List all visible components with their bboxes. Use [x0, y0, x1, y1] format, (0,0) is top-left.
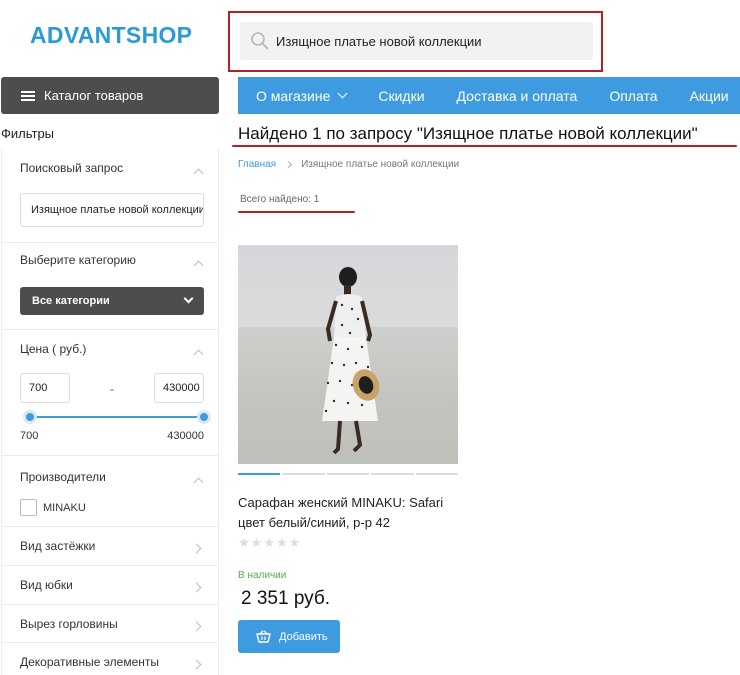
pager-dot[interactable] — [238, 473, 281, 475]
annotation-underline — [232, 145, 737, 147]
manufacturer-checkbox[interactable] — [20, 499, 37, 516]
star-icon[interactable]: ★ — [276, 535, 289, 550]
breadcrumb-current: Изящное платье новой коллекции — [301, 159, 460, 170]
filter-collapsed-section[interactable]: Вид застёжки — [2, 527, 218, 566]
chevron-right-icon — [191, 582, 202, 593]
nav-item-label: О магазине — [256, 87, 331, 104]
filter-category-section: Выберите категорию Все категории — [2, 243, 218, 330]
search-input[interactable] — [276, 22, 576, 60]
chevron-down-icon — [183, 293, 194, 304]
pager-dot[interactable] — [282, 473, 325, 475]
pager-dot[interactable] — [415, 473, 459, 475]
chevron-right-icon — [285, 160, 293, 169]
star-icon[interactable]: ★ — [263, 535, 276, 550]
catalog-button-label: Каталог товаров — [44, 88, 144, 103]
price-slider-track[interactable] — [28, 416, 204, 418]
add-to-cart-label: Добавить — [279, 630, 328, 643]
availability-status: В наличии — [238, 570, 287, 581]
search-box[interactable] — [240, 22, 593, 60]
filter-decor-title: Декоративные элементы — [20, 655, 159, 669]
price-slider-min-handle[interactable] — [23, 410, 37, 424]
product-price: 2 351 руб. — [241, 588, 331, 609]
filter-neckline-title: Вырез горловины — [20, 617, 118, 631]
star-icon[interactable]: ★ — [251, 535, 264, 550]
nav-item-payment[interactable]: Оплата — [591, 88, 657, 104]
category-select[interactable]: Все категории — [20, 287, 204, 315]
filter-query-input[interactable] — [20, 193, 204, 227]
product-image-pager[interactable] — [238, 473, 459, 475]
price-separator: - — [110, 382, 114, 396]
pager-dot[interactable] — [326, 473, 370, 475]
chevron-up-icon[interactable] — [193, 260, 204, 271]
pager-dot[interactable] — [371, 473, 414, 475]
menu-icon — [21, 90, 35, 101]
filter-skirt-title: Вид юбки — [20, 578, 73, 592]
nav-item-promotions[interactable]: Акции — [672, 88, 729, 104]
page-title: Найдено 1 по запросу "Изящное платье нов… — [238, 124, 698, 143]
nav-item-discounts[interactable]: Скидки — [360, 88, 424, 104]
catalog-button[interactable]: Каталог товаров — [1, 77, 219, 114]
nav-item-label: Доставка и оплата — [456, 87, 578, 104]
basket-icon — [256, 630, 271, 643]
price-min-input[interactable] — [20, 373, 70, 403]
nav-item-delivery[interactable]: Доставка и оплата — [439, 88, 578, 104]
chevron-down-icon — [337, 88, 348, 99]
nav-item-label: Оплата — [609, 87, 658, 104]
breadcrumb-home[interactable]: Главная — [238, 159, 276, 170]
filter-query-title[interactable]: Поисковый запрос — [20, 161, 123, 175]
filter-manufacturers-section: Производители MINAKU — [2, 456, 218, 527]
star-icon[interactable]: ★ — [238, 535, 251, 550]
manufacturer-label[interactable]: MINAKU — [43, 502, 86, 514]
main-nav: О магазине Скидки Доставка и оплата Опла… — [238, 77, 740, 114]
results-count: Всего найдено: 1 — [240, 194, 320, 205]
chevron-right-icon — [191, 659, 202, 670]
breadcrumb: Главная Изящное платье новой коллекции — [238, 159, 459, 170]
filter-collapsed-section[interactable]: Декоративные элементы — [2, 643, 218, 675]
annotation-underline — [238, 211, 355, 213]
category-select-value: Все категории — [32, 295, 110, 307]
search-highlight — [228, 11, 603, 72]
filter-collapsed-section[interactable]: Вид юбки — [2, 566, 218, 605]
logo[interactable]: ADVANTSHOP — [30, 22, 192, 49]
price-max-input[interactable] — [154, 373, 204, 403]
chevron-up-icon[interactable] — [193, 349, 204, 360]
filter-clasp-title: Вид застёжки — [20, 539, 96, 553]
price-slider-max-handle[interactable] — [197, 410, 211, 424]
filters-sidebar: Поисковый запрос Выберите категорию Все … — [1, 149, 219, 675]
filter-query-section: Поисковый запрос — [2, 149, 218, 243]
product-image[interactable] — [238, 245, 458, 464]
chevron-right-icon — [191, 621, 202, 632]
filter-collapsed-section[interactable]: Вырез горловины — [2, 605, 218, 643]
filter-manufacturers-title[interactable]: Производители — [20, 470, 106, 484]
filter-category-title[interactable]: Выберите категорию — [20, 253, 136, 267]
nav-item-about[interactable]: О магазине — [238, 87, 348, 104]
add-to-cart-button[interactable]: Добавить — [238, 620, 340, 653]
rating-stars[interactable]: ★★★★★ — [238, 535, 301, 551]
chevron-up-icon[interactable] — [193, 168, 204, 179]
price-max-label: 430000 — [167, 430, 204, 442]
star-icon[interactable]: ★ — [289, 535, 302, 550]
filter-price-section: Цена ( руб.) - 700 430000 — [2, 330, 218, 456]
chevron-right-icon — [191, 543, 202, 554]
product-title[interactable]: Сарафан женский MINAKU: Safari цвет белы… — [238, 493, 458, 533]
filter-price-title[interactable]: Цена ( руб.) — [20, 342, 86, 356]
chevron-up-icon[interactable] — [193, 477, 204, 488]
nav-item-label: Скидки — [378, 87, 425, 104]
filters-title: Фильтры — [1, 126, 55, 141]
nav-item-label: Акции — [689, 87, 729, 104]
search-icon[interactable] — [250, 31, 270, 51]
price-min-label: 700 — [20, 430, 39, 442]
